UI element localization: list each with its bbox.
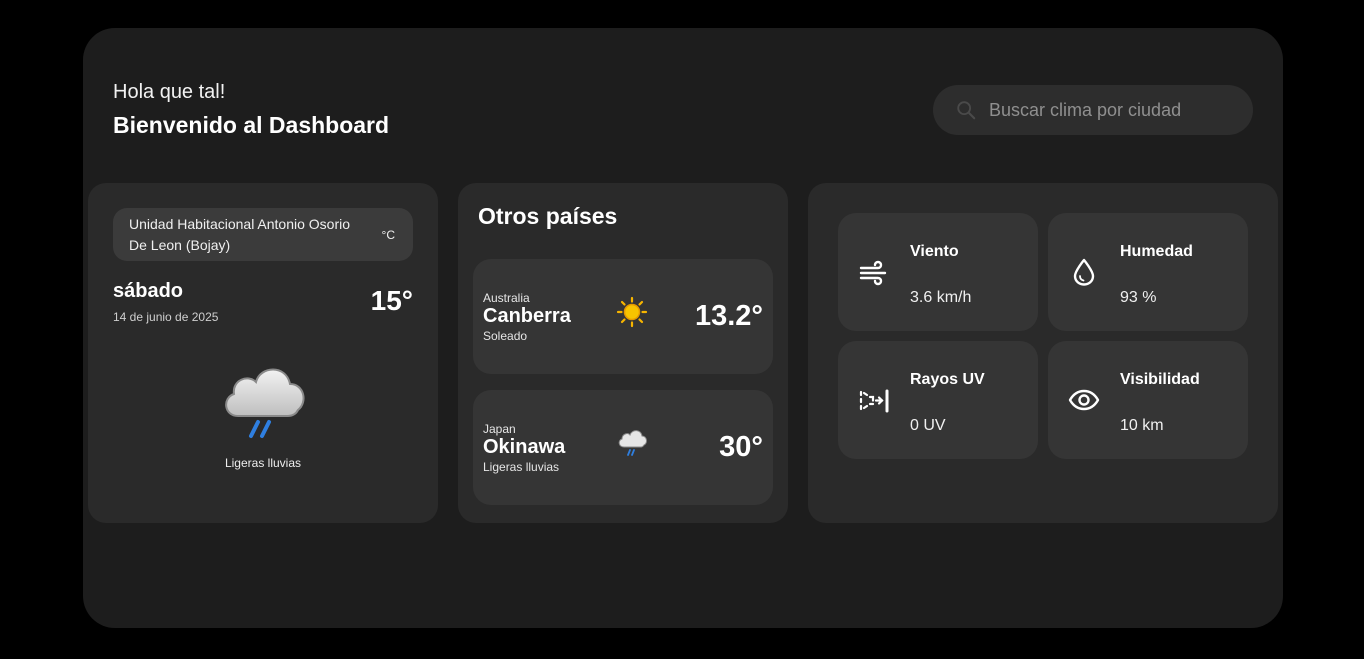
- city-country: Australia: [483, 291, 530, 305]
- location-name: Unidad Habitacional Antonio Osorio De Le…: [129, 215, 351, 253]
- metric-value: 3.6 km/h: [910, 289, 972, 306]
- search-bar[interactable]: [933, 85, 1253, 135]
- city-temperature: 30°: [719, 431, 763, 463]
- metric-wind: Viento 3.6 km/h: [838, 213, 1038, 331]
- metric-visibility: Visibilidad 10 km: [1048, 341, 1248, 459]
- metric-value: 93 %: [1120, 289, 1157, 306]
- other-countries-title: Otros países: [478, 203, 618, 229]
- day-name: sábado: [113, 280, 184, 302]
- city-name: Canberra: [483, 305, 571, 327]
- wind-icon: [859, 260, 887, 286]
- city-card-okinawa[interactable]: Japan Okinawa Ligeras lluvias 30°: [473, 390, 773, 505]
- metric-humidity: Humedad 93 %: [1048, 213, 1248, 331]
- metric-label: Rayos UV: [910, 371, 985, 388]
- highlights-card: Viento 3.6 km/h Humedad 93 % Rayos UV 0 …: [808, 183, 1278, 523]
- metric-label: Viento: [910, 243, 959, 260]
- current-weather-card: Unidad Habitacional Antonio Osorio De Le…: [88, 183, 438, 523]
- metric-value: 0 UV: [910, 417, 946, 434]
- metric-label: Humedad: [1120, 243, 1193, 260]
- city-temperature: 13.2°: [694, 300, 763, 332]
- metric-value: 10 km: [1120, 417, 1164, 434]
- page-title: Bienvenido al Dashboard: [113, 112, 390, 138]
- search-icon: [957, 101, 976, 120]
- city-condition: Ligeras lluvias: [483, 460, 560, 474]
- dashboard-panel: Hola que tal! Bienvenido al Dashboard Un…: [83, 28, 1283, 628]
- unit-toggle[interactable]: °C: [382, 228, 395, 242]
- metric-uv: Rayos UV 0 UV: [838, 341, 1038, 459]
- rain-cloud-icon: [225, 368, 305, 438]
- current-date: 14 de junio de 2025: [113, 310, 219, 324]
- city-name: Okinawa: [483, 436, 566, 458]
- greeting-text: Hola que tal!: [113, 81, 226, 103]
- search-input[interactable]: [989, 99, 1239, 121]
- uv-icon: [859, 389, 889, 413]
- rain-cloud-icon: [618, 430, 647, 456]
- city-card-canberra[interactable]: Australia Canberra Soleado 13.2°: [473, 259, 773, 374]
- droplet-icon: [1073, 258, 1095, 286]
- sun-icon: [616, 296, 648, 328]
- location-selector[interactable]: Unidad Habitacional Antonio Osorio De Le…: [113, 208, 413, 261]
- city-country: Japan: [483, 422, 516, 436]
- other-countries-card: Otros países Australia Canberra Soleado …: [458, 183, 788, 523]
- current-temperature: 15°: [370, 285, 413, 316]
- city-condition: Soleado: [483, 329, 528, 343]
- current-condition: Ligeras lluvias: [224, 456, 302, 470]
- metric-label: Visibilidad: [1120, 371, 1200, 388]
- eye-icon: [1068, 389, 1100, 411]
